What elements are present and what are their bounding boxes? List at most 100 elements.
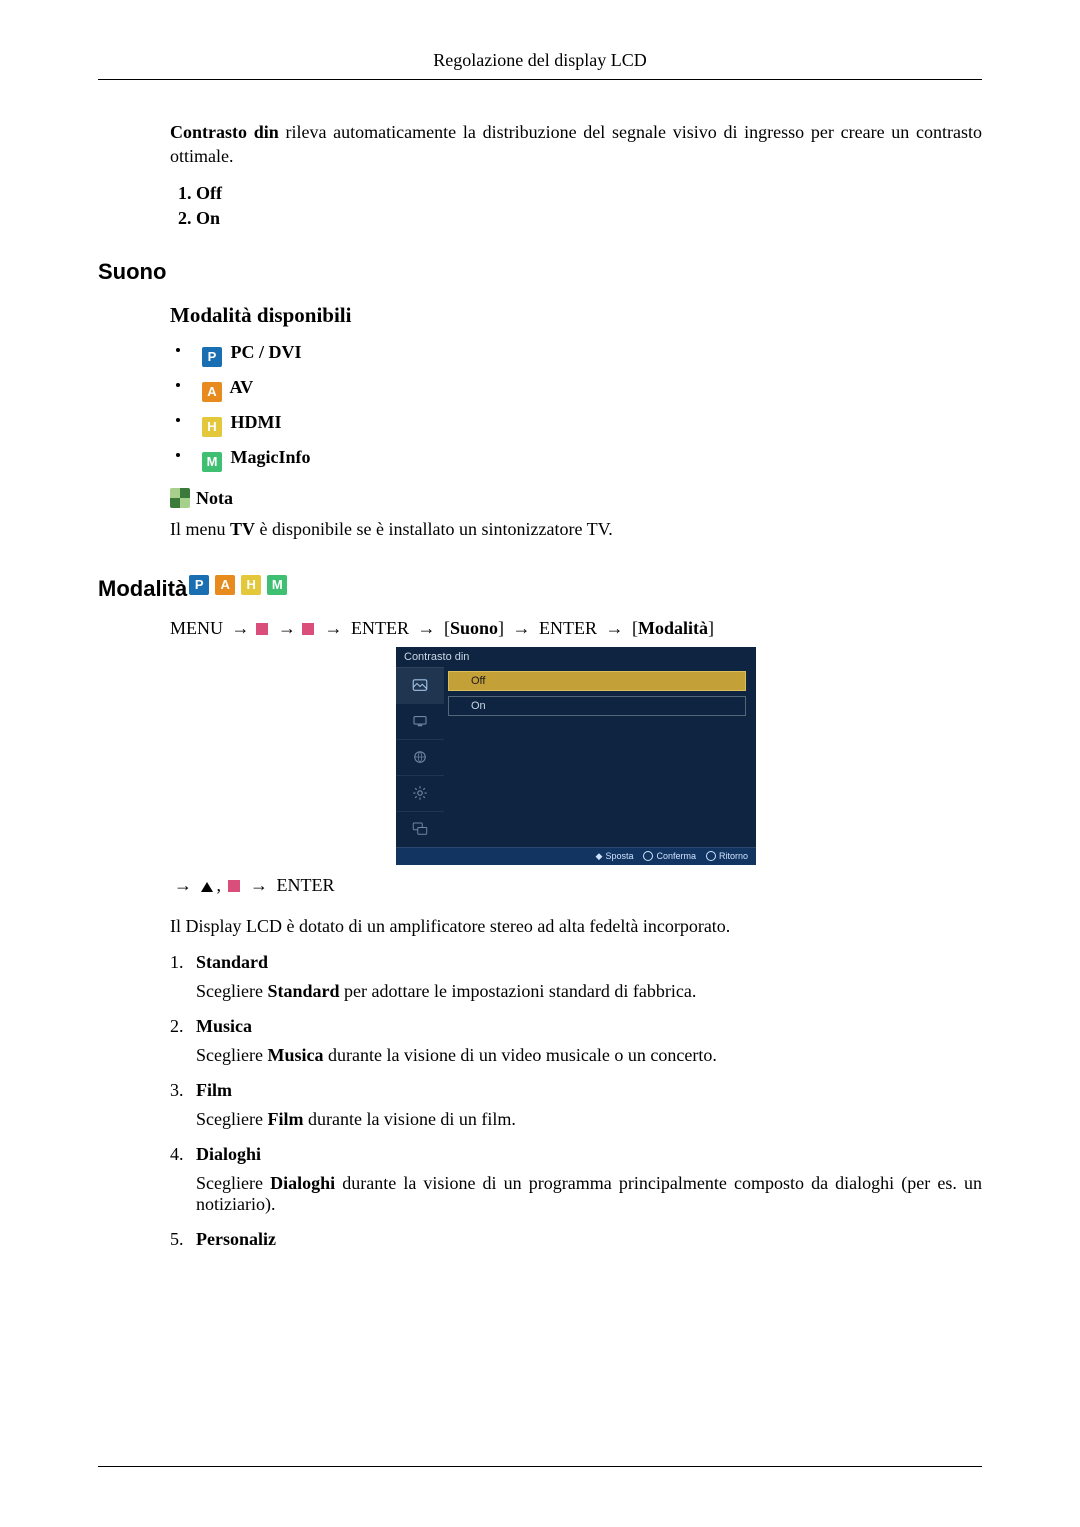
- bullet-icon: [176, 418, 180, 422]
- osd-icon-column: [396, 667, 444, 847]
- entry-desc-post: durante la visione di un video musicale …: [323, 1045, 716, 1065]
- osd-footer-sposta-label: Sposta: [605, 851, 633, 861]
- entry-num: 2.: [170, 1016, 196, 1037]
- modes-list: P PC / DVI A AV H HDMI M MagicInfo: [170, 342, 982, 472]
- nav-menu: MENU: [170, 618, 223, 638]
- osd-footer-conferma-label: Conferma: [656, 851, 696, 861]
- entry-film: 3.Film Scegliere Film durante la visione…: [170, 1080, 982, 1130]
- on-item: On: [196, 208, 982, 229]
- sound-heading: Suono: [98, 259, 982, 285]
- mode-magicinfo: M MagicInfo: [170, 447, 982, 472]
- nav-modalita: Modalità: [638, 618, 708, 638]
- osd-footer-ritorno-label: Ritorno: [719, 851, 748, 861]
- m-badge-icon: M: [202, 452, 222, 472]
- entry-label: Film: [196, 1080, 232, 1100]
- a-badge-icon: A: [202, 382, 222, 402]
- footer-rule: [98, 1466, 982, 1467]
- note-bold: TV: [230, 519, 255, 539]
- entry-label: Standard: [196, 952, 268, 972]
- modalita-heading-row: Modalità P A H M: [98, 558, 982, 612]
- arrow-icon: →: [414, 618, 440, 638]
- osd-screenshot: Contrasto din: [170, 647, 982, 865]
- nav-square-icon: [256, 623, 268, 635]
- h-badge-icon: H: [202, 417, 222, 437]
- return-icon: [706, 851, 716, 861]
- entry-num: 1.: [170, 952, 196, 973]
- bullet-icon: [176, 383, 180, 387]
- mode-av: A AV: [170, 377, 982, 402]
- entry-label: Musica: [196, 1016, 252, 1036]
- arrow-icon: →: [602, 618, 628, 638]
- modes-block: Modalità disponibili P PC / DVI A AV H H…: [170, 303, 982, 540]
- osd-setup-icon: [396, 775, 444, 811]
- osd-option-on[interactable]: On: [448, 696, 746, 716]
- nav-square-icon: [228, 880, 240, 892]
- entry-desc-bold: Standard: [267, 981, 339, 1001]
- arrow-icon: →: [274, 618, 300, 638]
- mode-label-magic: MagicInfo: [231, 447, 311, 467]
- nav-suono: Suono: [450, 618, 498, 638]
- osd-body: ✔ Off On: [396, 667, 756, 847]
- entry-desc: Scegliere Musica durante la visione di u…: [196, 1045, 982, 1066]
- osd-option-off-label: Off: [471, 675, 485, 687]
- note-text: Il menu TV è disponibile se è installato…: [170, 519, 982, 540]
- intro-rest: rileva automaticamente la distribuzione …: [170, 122, 982, 166]
- entry-standard: 1.Standard Scegliere Standard per adotta…: [170, 952, 982, 1002]
- off-on-list: Off On: [170, 183, 982, 229]
- modalita-heading: Modalità: [98, 576, 187, 602]
- intro-paragraph: Contrasto din rileva automaticamente la …: [170, 120, 982, 169]
- arrow-icon: →: [228, 618, 254, 638]
- mode-pc-dvi: P PC / DVI: [170, 342, 982, 367]
- osd-picture-icon: [396, 667, 444, 703]
- osd-footer-conferma: Conferma: [643, 851, 696, 862]
- note-icon: [170, 488, 190, 508]
- note-post: è disponibile se è installato un sintoni…: [255, 519, 613, 539]
- enter-icon: [643, 851, 653, 861]
- mode-entries: 1.Standard Scegliere Standard per adotta…: [170, 952, 982, 1250]
- h-badge-icon: H: [241, 575, 261, 595]
- after-osd-path: → , → ENTER: [170, 875, 982, 896]
- nav-enter: ENTER: [539, 618, 597, 638]
- nav-enter: ENTER: [351, 618, 409, 638]
- bullet-icon: [176, 348, 180, 352]
- entry-label: Dialoghi: [196, 1144, 261, 1164]
- osd-source-icon: [396, 703, 444, 739]
- mode-label-hdmi: HDMI: [231, 412, 282, 432]
- osd-panel: Contrasto din: [396, 647, 756, 865]
- a-badge-icon: A: [215, 575, 235, 595]
- intro-strong: Contrasto din: [170, 122, 279, 142]
- osd-footer-sposta: ◆ Sposta: [596, 851, 634, 862]
- modes-avail-heading: Modalità disponibili: [170, 303, 982, 328]
- p-badge-icon: P: [202, 347, 222, 367]
- entry-num: 3.: [170, 1080, 196, 1101]
- entry-num: 4.: [170, 1144, 196, 1165]
- osd-option-off[interactable]: ✔ Off: [448, 671, 746, 691]
- arrow-icon: →: [170, 875, 196, 895]
- entry-desc: Scegliere Dialoghi durante la visione di…: [196, 1173, 982, 1215]
- entry-desc-pre: Scegliere: [196, 1045, 267, 1065]
- nav-square-icon: [302, 623, 314, 635]
- arrow-icon: →: [509, 618, 535, 638]
- bullet-icon: [176, 453, 180, 457]
- osd-option-on-label: On: [471, 700, 486, 712]
- nav-path: MENU → → → ENTER → [Suono] → ENTER → [Mo…: [170, 618, 982, 639]
- entry-desc-pre: Scegliere: [196, 1109, 267, 1129]
- entry-dialoghi: 4.Dialoghi Scegliere Dialoghi durante la…: [170, 1144, 982, 1215]
- screens-icon: [411, 820, 429, 838]
- note-label: Nota: [196, 488, 233, 509]
- entry-desc-bold: Film: [267, 1109, 303, 1129]
- gear-icon: [411, 784, 429, 802]
- entry-desc: Scegliere Standard per adottare le impos…: [196, 981, 982, 1002]
- osd-footer: ◆ Sposta Conferma Ritorno: [396, 847, 756, 865]
- osd-options: ✔ Off On: [444, 667, 756, 847]
- entry-desc-post: per adottare le impostazioni standard di…: [340, 981, 697, 1001]
- globe-icon: [411, 748, 429, 766]
- page: Regolazione del display LCD Contrasto di…: [0, 0, 1080, 1527]
- content-block: Contrasto din rileva automaticamente la …: [170, 120, 982, 229]
- entry-musica: 2.Musica Scegliere Musica durante la vis…: [170, 1016, 982, 1066]
- entry-desc-pre: Scegliere: [196, 1173, 270, 1193]
- page-header: Regolazione del display LCD: [98, 50, 982, 80]
- note-pre: Il menu: [170, 519, 230, 539]
- mode-hdmi: H HDMI: [170, 412, 982, 437]
- arrow-icon: →: [246, 875, 272, 895]
